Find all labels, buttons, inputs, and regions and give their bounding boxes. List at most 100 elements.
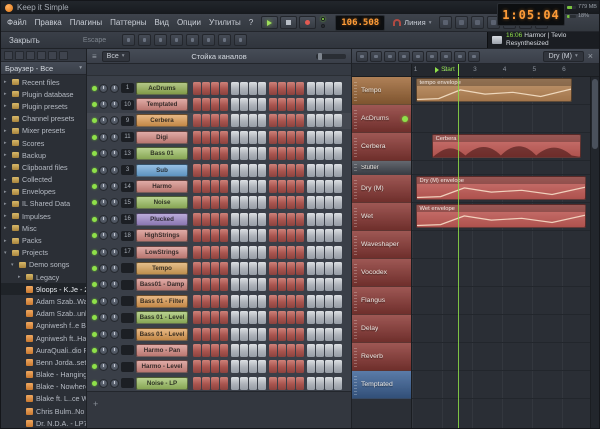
rack-menu-icon[interactable]: ≡ bbox=[92, 52, 97, 61]
browser-item[interactable]: ▸Recent files bbox=[1, 76, 86, 88]
step-cell[interactable] bbox=[278, 131, 286, 144]
step-cell[interactable] bbox=[269, 360, 277, 373]
step-cell[interactable] bbox=[211, 82, 219, 95]
stop-button[interactable] bbox=[280, 16, 297, 29]
step-cell[interactable] bbox=[220, 229, 228, 242]
step-cell[interactable] bbox=[193, 246, 201, 259]
snap-selector[interactable]: Линия ▾ bbox=[393, 18, 431, 27]
step-cell[interactable] bbox=[316, 344, 324, 357]
step-cell[interactable] bbox=[325, 311, 333, 324]
tempo-display[interactable]: 106.508 bbox=[335, 15, 385, 31]
step-cell[interactable] bbox=[258, 82, 266, 95]
volume-knob[interactable] bbox=[110, 198, 119, 207]
step-cell[interactable] bbox=[316, 164, 324, 177]
record-button[interactable] bbox=[299, 16, 316, 29]
track-lane[interactable] bbox=[412, 259, 590, 287]
track-lane[interactable] bbox=[412, 287, 590, 315]
step-cell[interactable] bbox=[296, 131, 304, 144]
playlist-toggle-button[interactable] bbox=[439, 16, 452, 29]
channel-rack-toggle-button[interactable] bbox=[471, 16, 484, 29]
browser-star-icon[interactable] bbox=[48, 51, 57, 60]
volume-knob[interactable] bbox=[110, 248, 119, 257]
track-header[interactable]: Flangus bbox=[352, 287, 411, 315]
step-cell[interactable] bbox=[231, 147, 239, 160]
step-cell[interactable] bbox=[334, 246, 342, 259]
mixer-route-badge[interactable]: 15 bbox=[121, 198, 134, 208]
step-cell[interactable] bbox=[296, 82, 304, 95]
step-cell[interactable] bbox=[231, 180, 239, 193]
step-cell[interactable] bbox=[307, 213, 315, 226]
step-cell[interactable] bbox=[231, 164, 239, 177]
channel-button[interactable]: Bass 01 - Filter bbox=[136, 295, 188, 308]
track-header[interactable]: AcDrums bbox=[352, 105, 411, 133]
step-cell[interactable] bbox=[307, 98, 315, 111]
step-cell[interactable] bbox=[202, 311, 210, 324]
select-tool-button[interactable] bbox=[454, 51, 466, 62]
menu-item[interactable]: Опции bbox=[177, 18, 201, 27]
step-cell[interactable] bbox=[240, 180, 248, 193]
mixer-route-badge[interactable]: 10 bbox=[121, 100, 134, 110]
pan-knob[interactable] bbox=[99, 116, 108, 125]
step-cell[interactable] bbox=[287, 114, 295, 127]
step-cell[interactable] bbox=[325, 98, 333, 111]
step-cell[interactable] bbox=[211, 311, 219, 324]
mixer-route-badge[interactable]: 16 bbox=[121, 214, 134, 224]
step-cell[interactable] bbox=[202, 82, 210, 95]
step-cell[interactable] bbox=[231, 278, 239, 291]
mixer-route-badge[interactable] bbox=[121, 263, 134, 273]
step-cell[interactable] bbox=[231, 98, 239, 111]
step-cell[interactable] bbox=[287, 377, 295, 390]
step-cell[interactable] bbox=[193, 98, 201, 111]
step-cell[interactable] bbox=[202, 246, 210, 259]
browser-menu-icon[interactable] bbox=[59, 51, 68, 60]
step-cell[interactable] bbox=[220, 344, 228, 357]
step-cell[interactable] bbox=[307, 147, 315, 160]
step-cell[interactable] bbox=[269, 262, 277, 275]
channel-mute-led[interactable] bbox=[92, 315, 97, 320]
step-cell[interactable] bbox=[202, 164, 210, 177]
step-cell[interactable] bbox=[287, 344, 295, 357]
step-cell[interactable] bbox=[193, 131, 201, 144]
step-cell[interactable] bbox=[220, 262, 228, 275]
track-header[interactable]: Tempo bbox=[352, 77, 411, 105]
step-cell[interactable] bbox=[269, 82, 277, 95]
step-cell[interactable] bbox=[258, 328, 266, 341]
volume-knob[interactable] bbox=[110, 330, 119, 339]
slice-tool-button[interactable] bbox=[440, 51, 452, 62]
step-cell[interactable] bbox=[296, 213, 304, 226]
step-cell[interactable] bbox=[278, 147, 286, 160]
channel-mute-led[interactable] bbox=[92, 299, 97, 304]
track-header[interactable]: Reverb bbox=[352, 343, 411, 371]
channel-button[interactable]: Sub bbox=[136, 164, 188, 177]
loop-record-icon[interactable] bbox=[234, 34, 247, 46]
step-cell[interactable] bbox=[220, 147, 228, 160]
step-cell[interactable] bbox=[240, 278, 248, 291]
menu-item[interactable]: Файл bbox=[7, 18, 27, 27]
channel-mute-led[interactable] bbox=[92, 168, 97, 173]
channel-mute-led[interactable] bbox=[92, 332, 97, 337]
step-cell[interactable] bbox=[249, 98, 257, 111]
browser-item[interactable]: ▸Impulses bbox=[1, 210, 86, 222]
step-cell[interactable] bbox=[258, 278, 266, 291]
step-cell[interactable] bbox=[231, 246, 239, 259]
channel-button[interactable]: Bass 01 bbox=[136, 147, 188, 160]
step-cell[interactable] bbox=[325, 82, 333, 95]
step-cell[interactable] bbox=[220, 295, 228, 308]
step-cell[interactable] bbox=[296, 164, 304, 177]
step-cell[interactable] bbox=[278, 295, 286, 308]
step-cell[interactable] bbox=[269, 180, 277, 193]
step-cell[interactable] bbox=[278, 213, 286, 226]
step-cell[interactable] bbox=[193, 360, 201, 373]
step-cell[interactable] bbox=[307, 377, 315, 390]
step-cell[interactable] bbox=[220, 180, 228, 193]
step-cell[interactable] bbox=[211, 344, 219, 357]
browser-item[interactable]: ▸Mixer presets bbox=[1, 125, 86, 137]
step-cell[interactable] bbox=[231, 344, 239, 357]
track-header[interactable]: Dry (M) bbox=[352, 175, 411, 203]
step-cell[interactable] bbox=[258, 311, 266, 324]
step-cell[interactable] bbox=[334, 360, 342, 373]
step-cell[interactable] bbox=[202, 98, 210, 111]
step-cell[interactable] bbox=[258, 262, 266, 275]
pan-knob[interactable] bbox=[99, 231, 108, 240]
step-cell[interactable] bbox=[202, 180, 210, 193]
